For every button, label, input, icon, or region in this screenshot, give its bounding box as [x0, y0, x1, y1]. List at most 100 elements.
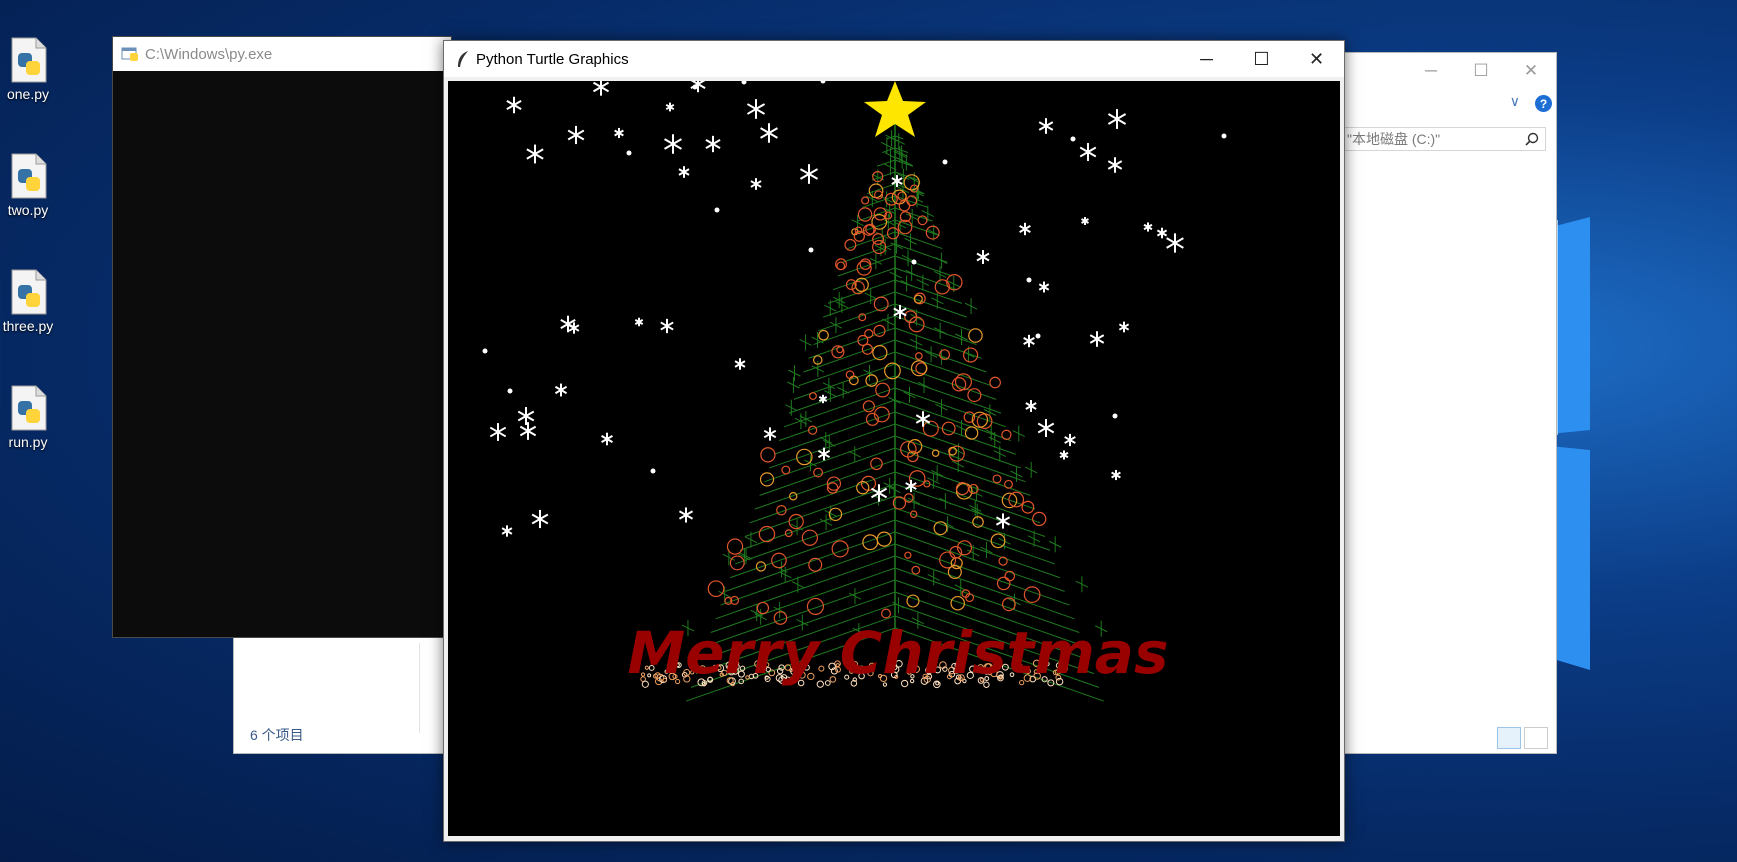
snowflake	[1019, 222, 1031, 236]
close-button[interactable]: ✕	[1506, 53, 1556, 89]
ornament	[964, 426, 979, 440]
snowflake	[489, 423, 507, 441]
snowflake	[1025, 400, 1037, 412]
snowflake	[746, 99, 766, 119]
large-icons-view-button[interactable]	[1524, 727, 1548, 749]
desktop-icon-three[interactable]: three.py	[0, 268, 56, 334]
snowflake	[1023, 334, 1035, 348]
ornament	[813, 467, 824, 478]
ornament	[707, 580, 725, 598]
snowflake	[554, 383, 568, 397]
maximize-button[interactable]: ☐	[1234, 41, 1289, 77]
snowflake	[501, 525, 513, 537]
tree-branch	[894, 387, 1007, 428]
desktop-icon-two[interactable]: two.py	[0, 152, 56, 218]
snowflake	[660, 318, 674, 334]
snowflake	[517, 407, 535, 425]
snowflake	[634, 317, 644, 327]
turtle-canvas[interactable]: Merry Christmas	[448, 75, 1340, 836]
snowflake	[526, 144, 544, 164]
snowflake	[1037, 419, 1055, 437]
snow-dot	[714, 207, 720, 213]
snow-dot	[741, 79, 747, 85]
tree-branch	[894, 255, 953, 277]
console-titlebar[interactable]: C:\Windows\py.exe	[113, 37, 451, 71]
ornament	[756, 601, 770, 615]
ornament	[989, 376, 1001, 389]
expand-ribbon-icon[interactable]: ∨	[1510, 93, 1520, 110]
ornament	[948, 445, 965, 462]
ornament	[871, 214, 888, 230]
view-switcher	[1497, 727, 1548, 749]
ornament	[861, 196, 870, 205]
ornament	[848, 375, 859, 386]
tree-branch	[808, 327, 896, 359]
tree-branch	[720, 543, 896, 606]
tree-branch	[894, 507, 1056, 565]
ornament	[946, 274, 963, 291]
ornament	[914, 352, 923, 360]
python-file-icon	[6, 36, 50, 84]
ornament	[881, 608, 891, 619]
snowflake	[734, 358, 746, 370]
tree-branch	[744, 483, 896, 537]
ornament	[931, 449, 940, 457]
ornament	[941, 421, 956, 436]
close-button[interactable]: ✕	[1289, 41, 1344, 77]
snowflake	[678, 166, 690, 178]
ornament	[968, 328, 983, 343]
snowflake	[763, 427, 777, 441]
ornament	[836, 261, 846, 271]
minimize-button[interactable]: ─	[1179, 41, 1234, 77]
tree-branch	[813, 315, 896, 346]
ornament	[870, 457, 883, 471]
snowflake	[1064, 433, 1076, 447]
ornament	[859, 258, 872, 270]
snowflake	[799, 164, 819, 184]
snowflake	[567, 125, 585, 145]
snow-dot	[911, 259, 917, 265]
console-window[interactable]: C:\Windows\py.exe	[112, 36, 452, 638]
desktop-icon-label: three.py	[2, 318, 54, 334]
minimize-button[interactable]: ─	[1406, 53, 1456, 89]
ornament	[1001, 429, 1012, 440]
snowflake	[601, 432, 613, 446]
ornament	[911, 565, 921, 575]
ornament	[1023, 586, 1041, 604]
tree-branch	[715, 555, 896, 620]
turtle-titlebar[interactable]: Python Turtle Graphics ─ ☐ ✕	[444, 41, 1344, 77]
tree-branch	[894, 315, 977, 346]
details-view-button[interactable]	[1497, 727, 1521, 749]
ornament	[760, 447, 776, 463]
desktop-icon-one[interactable]: one.py	[0, 36, 56, 102]
search-icon[interactable]	[1525, 132, 1539, 146]
help-icon[interactable]: ?	[1535, 95, 1552, 112]
search-input[interactable]: "本地磁盘 (C:)"	[1344, 127, 1546, 151]
desktop-icon-run[interactable]: run.py	[0, 384, 56, 450]
maximize-button[interactable]: ☐	[1456, 53, 1506, 89]
desktop-icon-label: two.py	[7, 202, 49, 218]
snow-dot	[942, 159, 948, 165]
snow-dot	[650, 468, 656, 474]
desktop-icon-label: one.py	[6, 86, 50, 102]
ornament	[862, 400, 875, 413]
windows-logo-wallpaper	[1540, 217, 1590, 670]
snowflake	[705, 135, 721, 153]
snowflake	[678, 507, 694, 523]
tree-branch	[769, 423, 896, 469]
ornament	[857, 207, 873, 222]
christmas-tree-drawing: Merry Christmas	[482, 75, 1227, 702]
search-placeholder: "本地磁盘 (C:)"	[1347, 131, 1441, 147]
snowflake	[1079, 143, 1097, 161]
window-title: Python Turtle Graphics	[476, 50, 629, 68]
snowflake	[1111, 469, 1121, 481]
snow-dot	[482, 348, 488, 354]
snow-dot	[1112, 413, 1118, 419]
tree-branch	[894, 555, 1075, 620]
python-file-icon	[6, 152, 50, 200]
snowflake	[995, 513, 1011, 529]
snowflake	[665, 102, 675, 112]
turtle-graphics-window[interactable]: Python Turtle Graphics ─ ☐ ✕ Merry Chris…	[443, 40, 1345, 842]
console-app-icon	[121, 47, 138, 61]
ornament	[873, 207, 887, 221]
